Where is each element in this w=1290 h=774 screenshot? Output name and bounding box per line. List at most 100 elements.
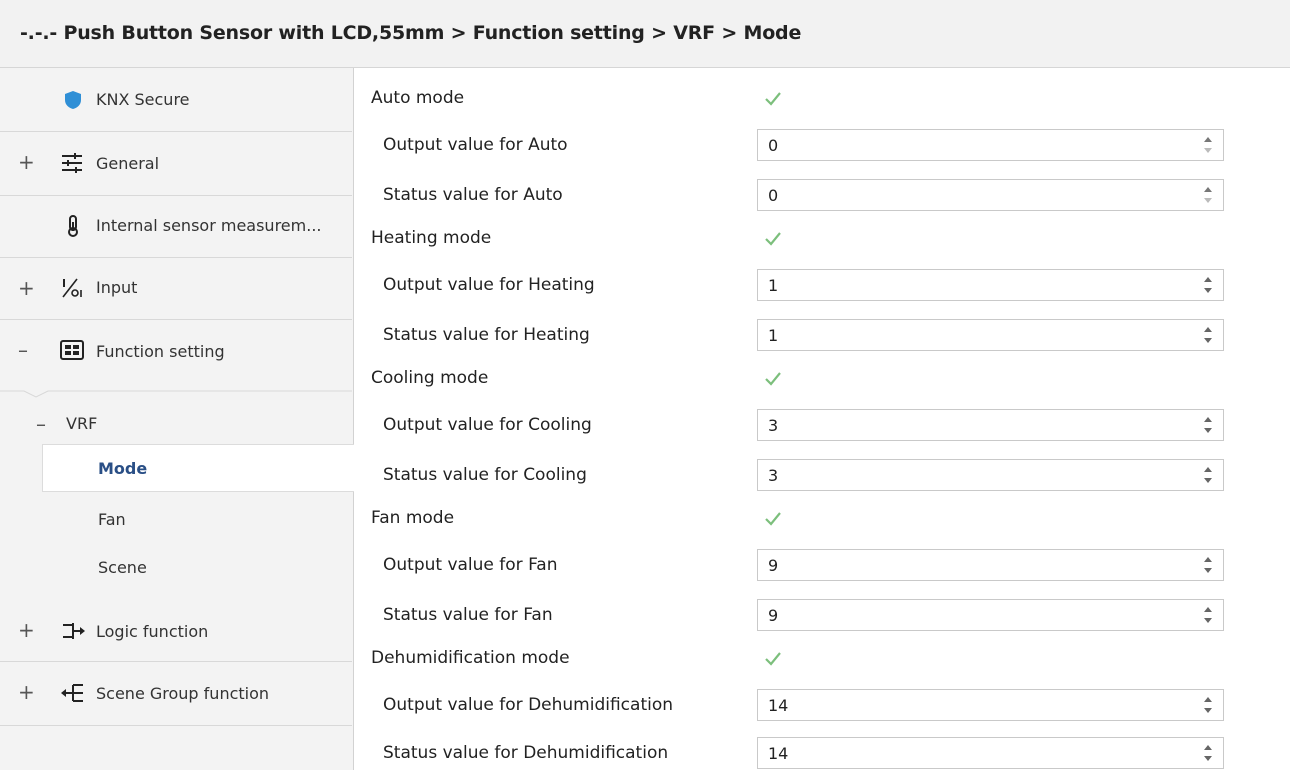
sidebar-item-label: Fan: [98, 510, 126, 529]
spin-arrows-icon[interactable]: [1203, 415, 1213, 435]
sidebar-item-label: Function setting: [96, 342, 225, 361]
output-dehumidification-spinbox[interactable]: 14: [757, 689, 1224, 721]
collapse-icon[interactable]: –: [18, 338, 28, 362]
spin-arrows-icon[interactable]: [1203, 743, 1213, 763]
sidebar-item-mode[interactable]: Mode: [42, 444, 354, 492]
output-cooling-spinbox[interactable]: 3: [757, 409, 1224, 441]
spin-arrows-icon[interactable]: [1203, 185, 1213, 205]
param-label: Output value for Dehumidification: [383, 695, 674, 715]
spin-value: 0: [768, 186, 779, 205]
sidebar-item-general[interactable]: + General: [0, 132, 352, 196]
param-label: Dehumidification mode: [371, 648, 570, 668]
sidebar-item-internal-sensor[interactable]: Internal sensor measurem...: [0, 196, 352, 258]
sidebar-item-function-setting[interactable]: – Function setting: [0, 320, 352, 384]
param-row-dehumidification-mode: Dehumidification mode: [354, 640, 1290, 676]
param-label: Auto mode: [371, 88, 465, 108]
param-label: Output value for Fan: [383, 555, 558, 575]
sidebar-item-scene[interactable]: Scene: [0, 544, 352, 600]
expand-icon[interactable]: +: [18, 680, 35, 704]
param-row-status-fan: Status value for Fan 9: [354, 596, 1290, 636]
param-row-auto-mode: Auto mode: [354, 80, 1290, 116]
spin-value: 1: [768, 276, 779, 295]
expand-icon[interactable]: +: [18, 618, 35, 642]
collapse-icon[interactable]: –: [36, 412, 46, 436]
cooling-mode-checkbox[interactable]: [764, 370, 782, 388]
sidebar-item-scene-group-function[interactable]: + Scene Group function: [0, 662, 352, 726]
spin-value: 3: [768, 416, 779, 435]
spin-arrows-icon[interactable]: [1203, 465, 1213, 485]
spin-arrows-icon[interactable]: [1203, 555, 1213, 575]
spin-arrows-icon[interactable]: [1203, 135, 1213, 155]
spin-value: 14: [768, 744, 789, 763]
param-row-fan-mode: Fan mode: [354, 500, 1290, 536]
shield-icon: [60, 90, 86, 114]
auto-mode-checkbox[interactable]: [764, 90, 782, 108]
status-fan-spinbox[interactable]: 9: [757, 599, 1224, 631]
sidebar-item-fan[interactable]: Fan: [0, 496, 352, 544]
sidebar-item-input[interactable]: + Input: [0, 258, 352, 320]
spin-value: 3: [768, 466, 779, 485]
spin-value: 9: [768, 606, 779, 625]
breadcrumb: -.-.- Push Button Sensor with LCD,55mm >…: [20, 22, 802, 44]
expand-icon[interactable]: +: [18, 150, 35, 174]
spin-value: 9: [768, 556, 779, 575]
logic-icon: [60, 620, 86, 644]
param-row-status-auto: Status value for Auto 0: [354, 176, 1290, 216]
sidebar-item-label: Input: [96, 278, 138, 297]
sidebar-item-label: Scene Group function: [96, 684, 270, 703]
status-auto-spinbox[interactable]: 0: [757, 179, 1224, 211]
sidebar-item-label: VRF: [66, 414, 98, 433]
param-row-output-heating: Output value for Heating 1: [354, 266, 1290, 306]
param-row-output-auto: Output value for Auto 0: [354, 126, 1290, 166]
title-bar: -.-.- Push Button Sensor with LCD,55mm >…: [0, 0, 1290, 68]
param-row-heating-mode: Heating mode: [354, 220, 1290, 256]
param-row-output-fan: Output value for Fan 9: [354, 546, 1290, 586]
param-label: Fan mode: [371, 508, 455, 528]
thermometer-icon: [60, 214, 86, 238]
sidebar-item-label: Scene: [98, 558, 147, 577]
sidebar-item-label: General: [96, 154, 160, 173]
dehumidification-mode-checkbox[interactable]: [764, 650, 782, 668]
param-row-status-heating: Status value for Heating 1: [354, 316, 1290, 356]
expand-icon[interactable]: +: [18, 276, 35, 300]
heating-mode-checkbox[interactable]: [764, 230, 782, 248]
scene-group-icon: [60, 682, 86, 706]
status-cooling-spinbox[interactable]: 3: [757, 459, 1224, 491]
spin-arrows-icon[interactable]: [1203, 695, 1213, 715]
spin-value: 14: [768, 696, 789, 715]
spin-arrows-icon[interactable]: [1203, 275, 1213, 295]
sidebar-item-knx-secure[interactable]: KNX Secure: [0, 68, 352, 132]
sidebar-item-label: Mode: [98, 459, 148, 478]
param-label: Status value for Cooling: [383, 465, 587, 485]
status-dehumidification-spinbox[interactable]: 14: [757, 737, 1224, 769]
sidebar-item-label: KNX Secure: [96, 90, 190, 109]
param-row-output-dehumidification: Output value for Dehumidification 14: [354, 686, 1290, 726]
sliders-icon: [60, 152, 86, 176]
parameter-panel: Auto mode Output value for Auto 0 Status…: [354, 68, 1290, 770]
sidebar-item-label: Logic function: [96, 622, 209, 641]
tree-divider: [0, 384, 352, 398]
param-row-cooling-mode: Cooling mode: [354, 360, 1290, 396]
param-label: Status value for Auto: [383, 185, 563, 205]
param-label: Status value for Fan: [383, 605, 553, 625]
output-fan-spinbox[interactable]: 9: [757, 549, 1224, 581]
output-auto-spinbox[interactable]: 0: [757, 129, 1224, 161]
param-row-output-cooling: Output value for Cooling 3: [354, 406, 1290, 446]
function-grid-icon: [60, 340, 86, 364]
output-heating-spinbox[interactable]: 1: [757, 269, 1224, 301]
param-row-status-cooling: Status value for Cooling 3: [354, 456, 1290, 496]
param-row-status-dehumidification: Status value for Dehumidification 14: [354, 734, 1290, 774]
param-label: Output value for Heating: [383, 275, 595, 295]
param-label: Status value for Dehumidification: [383, 743, 669, 763]
param-label: Status value for Heating: [383, 325, 590, 345]
sidebar-item-logic-function[interactable]: + Logic function: [0, 600, 352, 662]
fan-mode-checkbox[interactable]: [764, 510, 782, 528]
param-label: Cooling mode: [371, 368, 489, 388]
param-label: Output value for Cooling: [383, 415, 592, 435]
input-icon: [60, 276, 86, 300]
sidebar-item-label: Internal sensor measurem...: [96, 216, 322, 235]
spin-arrows-icon[interactable]: [1203, 325, 1213, 345]
status-heating-spinbox[interactable]: 1: [757, 319, 1224, 351]
spin-value: 0: [768, 136, 779, 155]
spin-arrows-icon[interactable]: [1203, 605, 1213, 625]
